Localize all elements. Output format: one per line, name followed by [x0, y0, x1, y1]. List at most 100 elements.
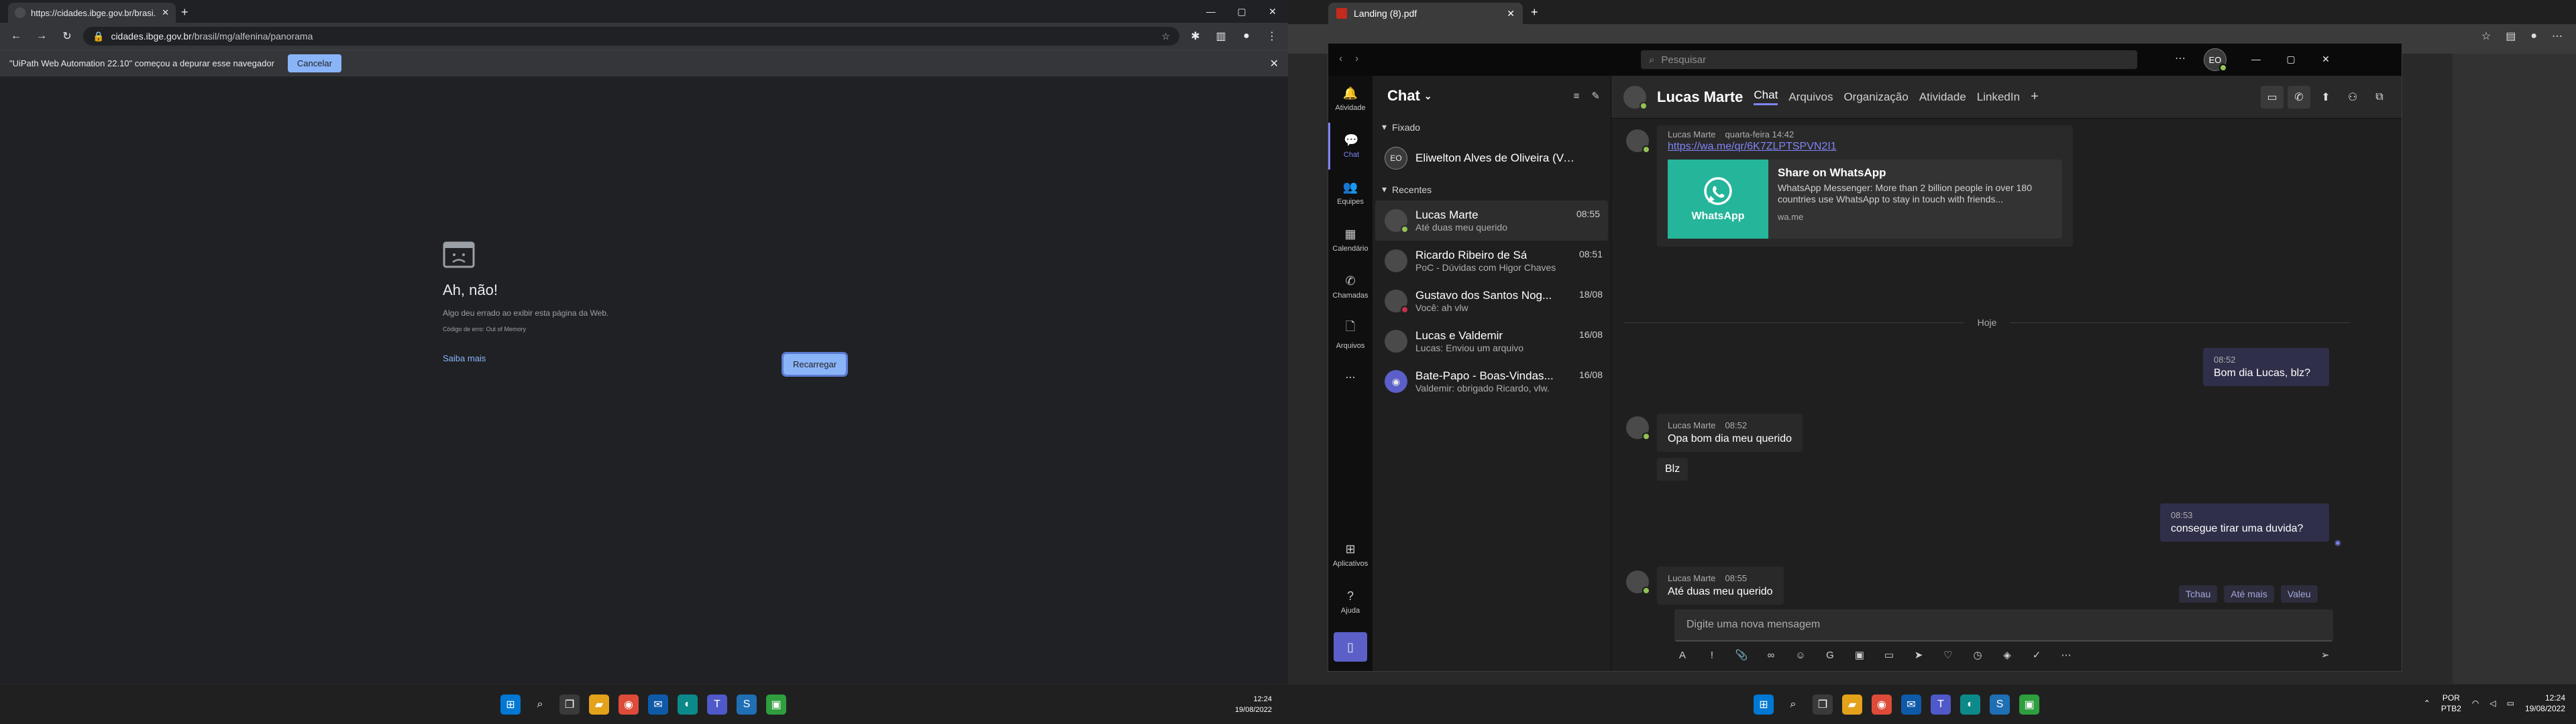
emoji-icon[interactable]: ☺: [1792, 647, 1809, 663]
sidebar-icon[interactable]: ▥: [1212, 27, 1230, 46]
tab-activity[interactable]: Atividade: [1919, 90, 1966, 104]
tab-chat[interactable]: Chat: [1754, 88, 1778, 105]
chat-item-ricardo[interactable]: Ricardo Ribeiro de Sá 08:51 PoC - Dúvidas…: [1373, 241, 1611, 281]
chevron-down-icon[interactable]: ⌄: [1424, 90, 1432, 102]
tab-linkedin[interactable]: LinkedIn: [1977, 90, 2020, 104]
more-icon[interactable]: ⋯: [2058, 647, 2074, 663]
meet-icon[interactable]: ▭: [1881, 647, 1897, 663]
minimize-button[interactable]: —: [2241, 49, 2271, 69]
chat-item-bate-papo[interactable]: ◉ Bate-Papo - Boas-Vindas... 16/08 Valdem…: [1373, 361, 1611, 402]
collections-icon[interactable]: ▤: [2506, 29, 2516, 43]
wifi-icon[interactable]: ◠: [2472, 699, 2479, 708]
volume-icon[interactable]: ◁: [2489, 699, 2496, 708]
uipath-studio-icon[interactable]: S: [737, 695, 757, 715]
forward-arrow-icon[interactable]: ›: [1355, 53, 1358, 65]
search-input[interactable]: ⌕ Pesquisar: [1641, 50, 2137, 69]
menu-icon[interactable]: ⋮: [1263, 27, 1281, 46]
clock-left[interactable]: 12:24 19/08/2022: [1235, 694, 1272, 715]
praise-icon[interactable]: ♡: [1940, 647, 1956, 663]
link-preview-card[interactable]: WhatsApp Share on WhatsApp WhatsApp Mess…: [1668, 160, 2062, 239]
search-icon[interactable]: ⌕: [530, 695, 550, 715]
apps-icon[interactable]: ◈: [1999, 647, 2015, 663]
schedule-icon[interactable]: ◷: [1970, 647, 1986, 663]
chat-item-lucas[interactable]: Lucas Marte 08:55 Até duas meu querido: [1375, 200, 1608, 241]
sticker-icon[interactable]: ▣: [1851, 647, 1868, 663]
reply-ate-mais[interactable]: Até mais: [2224, 585, 2274, 603]
send-icon[interactable]: ➢: [2317, 647, 2333, 663]
tab-files[interactable]: Arquivos: [1788, 90, 1833, 104]
extensions-icon[interactable]: ✱: [1186, 27, 1205, 46]
mail-icon[interactable]: ✉: [648, 695, 668, 715]
learn-more-link[interactable]: Saiba mais: [443, 353, 486, 363]
explorer-icon[interactable]: ▰: [589, 695, 609, 715]
battery-icon[interactable]: ▭: [2507, 699, 2514, 708]
pinned-section-header[interactable]: ▾ Fixado: [1373, 116, 1611, 138]
cancel-debug-button[interactable]: Cancelar: [287, 54, 341, 72]
share-screen-icon[interactable]: ⬆: [2314, 86, 2337, 109]
maximize-button[interactable]: ▢: [2275, 49, 2306, 69]
format-icon[interactable]: A: [1674, 647, 1690, 663]
approvals-icon[interactable]: ✓: [2029, 647, 2045, 663]
message-input[interactable]: Digite uma nova mensagem: [1674, 609, 2333, 642]
browser-tab[interactable]: https://cidades.ibge.gov.br/brasi... ✕: [8, 3, 176, 23]
video-call-icon[interactable]: ▭: [2261, 85, 2284, 109]
rail-files[interactable]: 🗋 Arquivos: [1328, 310, 1373, 357]
favorites-icon[interactable]: ☆: [2481, 29, 2491, 43]
mail-icon[interactable]: ✉: [1901, 695, 1921, 715]
new-tab-button[interactable]: +: [181, 5, 189, 19]
clock-right[interactable]: 12:24 19/08/2022: [2525, 692, 2565, 714]
start-icon[interactable]: ⊞: [1754, 695, 1774, 715]
edge-icon[interactable]: ◐: [678, 695, 698, 715]
more-options-icon[interactable]: ⋯: [2175, 52, 2186, 65]
reply-valeu[interactable]: Valeu: [2280, 585, 2318, 603]
teams-icon[interactable]: T: [707, 695, 727, 715]
send-later-icon[interactable]: ➤: [1911, 647, 1927, 663]
recent-section-header[interactable]: ▾ Recentes: [1373, 178, 1611, 200]
attach-icon[interactable]: 📎: [1733, 647, 1750, 663]
rail-calls[interactable]: ✆ Chamadas: [1328, 263, 1373, 310]
reply-tchau[interactable]: Tchau: [2179, 585, 2218, 603]
back-arrow-icon[interactable]: ‹: [1339, 53, 1342, 65]
pop-out-icon[interactable]: ⧉: [2368, 86, 2391, 109]
rail-apps[interactable]: ⊞ Aplicativos: [1328, 532, 1373, 579]
profile-icon[interactable]: ●: [2530, 30, 2537, 42]
chrome-icon[interactable]: ◉: [1872, 695, 1892, 715]
menu-icon[interactable]: ⋯: [2552, 29, 2563, 43]
close-window-button[interactable]: ✕: [1257, 1, 1288, 21]
close-infobar-icon[interactable]: ✕: [1270, 57, 1279, 70]
rail-teams[interactable]: 👥 Equipes: [1328, 170, 1373, 217]
add-tab-button[interactable]: +: [2031, 89, 2039, 105]
reload-icon[interactable]: ↻: [58, 27, 76, 46]
search-icon[interactable]: ⌕: [1783, 695, 1803, 715]
priority-icon[interactable]: !: [1704, 647, 1720, 663]
audio-call-icon[interactable]: ✆: [2288, 85, 2310, 109]
close-tab-icon[interactable]: ✕: [162, 7, 169, 18]
close-window-button[interactable]: ✕: [2310, 49, 2341, 69]
reload-button[interactable]: Recarregar: [781, 352, 849, 377]
tab-organization[interactable]: Organização: [1843, 90, 1908, 104]
task-view-icon[interactable]: ❐: [1813, 695, 1833, 715]
maximize-button[interactable]: ▢: [1226, 1, 1257, 21]
mobile-download-button[interactable]: ▯: [1334, 632, 1367, 662]
language-indicator[interactable]: POR PTB2: [2441, 692, 2461, 714]
rail-help[interactable]: ? Ajuda: [1328, 579, 1373, 625]
chat-item-gustavo[interactable]: Gustavo dos Santos Nog... 18/08 Você: ah …: [1373, 281, 1611, 321]
filter-icon[interactable]: ≡: [1574, 90, 1580, 102]
uipath-studio-icon[interactable]: S: [1990, 695, 2010, 715]
add-people-icon[interactable]: ⚇: [2341, 86, 2364, 109]
new-chat-icon[interactable]: ✎: [1591, 90, 1600, 102]
forward-arrow-icon[interactable]: →: [32, 27, 51, 46]
gif-icon[interactable]: G: [1822, 647, 1838, 663]
rail-more[interactable]: ...: [1328, 357, 1373, 391]
profile-icon[interactable]: ●: [1237, 27, 1256, 46]
user-avatar[interactable]: EO: [2204, 48, 2227, 72]
pdf-tab[interactable]: Landing (8).pdf ✕: [1328, 3, 1523, 24]
edge-icon[interactable]: ◐: [1960, 695, 1980, 715]
rail-activity[interactable]: 🔔 Atividade: [1328, 76, 1373, 123]
close-tab-icon[interactable]: ✕: [1507, 8, 1515, 19]
address-bar[interactable]: 🔒 cidades.ibge.gov.br/brasil/mg/alfenina…: [83, 27, 1179, 46]
teams-icon[interactable]: T: [1931, 695, 1951, 715]
rail-calendar[interactable]: ▦ Calendário: [1328, 217, 1373, 263]
chevron-up-icon[interactable]: ⌃: [2424, 699, 2430, 708]
task-view-icon[interactable]: ❐: [559, 695, 580, 715]
